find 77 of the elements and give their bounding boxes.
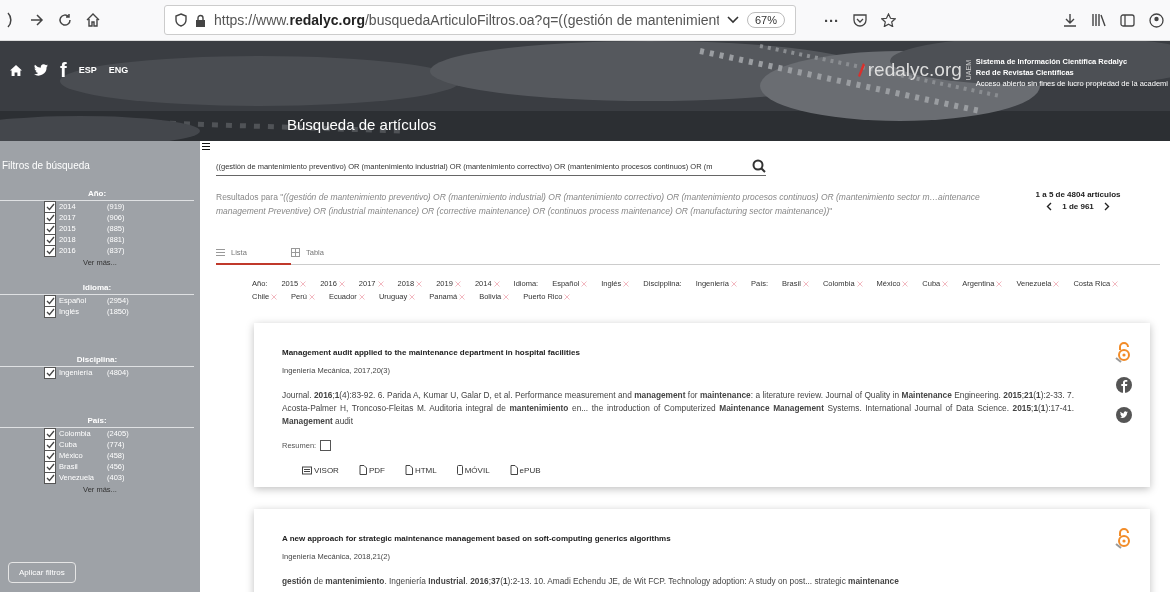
open-access-icon xyxy=(1115,527,1133,549)
results-range: 1 a 5 de 4804 artículos xyxy=(1035,190,1121,199)
remove-icon xyxy=(802,280,809,287)
more-menu[interactable]: ··· xyxy=(824,11,839,29)
results-summary: Resultados para "((gestión de mantenimiento preventivo) OR (mantenimiento industrial) OR (mantenimiento correctivo) OR (mantenimiento procesos continuos) OR (mantenimiento sector m…aintenance management Preventive) OR (industrial maintenance) OR (corrective maintenance) OR (continuos process maintenance) OR (manufacturing sector maintenance))" xyxy=(216,191,981,218)
group-heading: País: xyxy=(87,416,107,425)
home-icon xyxy=(10,64,22,76)
remove-icon xyxy=(564,293,571,300)
search-icon xyxy=(752,159,766,173)
remove-icon xyxy=(1053,280,1060,287)
remove-icon xyxy=(623,280,630,287)
language-link[interactable]: ENG xyxy=(108,65,129,75)
next-page-icon xyxy=(1103,202,1110,211)
facebook-link[interactable]: f xyxy=(60,61,67,79)
remove-icon xyxy=(358,293,365,300)
sidebar-icon xyxy=(1120,13,1135,27)
screen-icon xyxy=(302,465,312,475)
home-icon xyxy=(86,13,100,27)
download-icon xyxy=(1063,13,1077,27)
bird-icon xyxy=(34,64,48,76)
remove-icon xyxy=(996,280,1003,287)
remove-icon xyxy=(902,280,909,287)
remove-icon xyxy=(409,293,416,300)
open-access-icon xyxy=(1115,341,1133,363)
previous-page-icon xyxy=(1046,202,1053,211)
format-link[interactable]: ePUB xyxy=(509,465,541,475)
forward-icon xyxy=(30,14,44,26)
library-icon xyxy=(1091,13,1106,27)
twitter-icon xyxy=(1116,407,1132,423)
account-icon xyxy=(1149,12,1164,28)
remove-icon xyxy=(338,280,345,287)
remove-icon xyxy=(1112,280,1119,287)
group-heading: Año: xyxy=(87,189,107,198)
menu-icon xyxy=(202,143,210,150)
remove-icon xyxy=(731,280,737,287)
lock-icon xyxy=(195,13,206,27)
remove-icon xyxy=(308,293,315,300)
remove-icon xyxy=(856,280,863,287)
format-link[interactable]: MÓVIL xyxy=(456,465,490,475)
list-icon xyxy=(216,249,225,256)
document-icon xyxy=(509,465,518,475)
chevron-down-icon xyxy=(726,16,739,24)
article-excerpt: Journal. 2016;1(4):83-92. 6. Parida A, Kumar U, Galar D, et al. Performance measurement and management for maintenance: a literature review. Journal of Quality in Maintenance Engineering. 2015;21(1):2-33. 7. Acosta-Palmer H, Troncoso-Fleitas M. Auditoria integral de mantenimiento en... the introduction of Computerized Maintenance Management Systems. International Journal of Data Science. 2015;1(1):17-41. Management audit xyxy=(282,389,1074,428)
page-title: Búsqueda de artículos xyxy=(287,116,437,133)
remove-icon xyxy=(459,293,466,300)
remove-icon xyxy=(454,280,461,287)
article-title[interactable]: Management audit applied to the maintenance department in hospital facilities xyxy=(282,348,580,357)
remove-icon xyxy=(581,280,588,287)
pocket-icon xyxy=(853,13,867,27)
phone-icon xyxy=(456,465,463,475)
remove-icon xyxy=(503,293,510,300)
remove-icon xyxy=(300,280,307,287)
group-heading: Idioma: xyxy=(82,283,112,292)
summary-checkbox[interactable] xyxy=(320,440,332,451)
remove-icon xyxy=(493,280,500,287)
format-link[interactable]: HTML xyxy=(404,465,437,475)
language-link[interactable]: ESP xyxy=(78,65,97,75)
site-logo[interactable]: redalyc.org xyxy=(867,59,962,81)
document-icon xyxy=(358,465,367,475)
logo-mark-icon xyxy=(856,63,865,77)
grid-icon xyxy=(291,248,300,257)
format-link[interactable]: VISOR xyxy=(302,465,339,475)
article-excerpt: gestión de mantenimiento. Ingeniería Industrial. 2016;37(1):2-13. 10. Amadi Echendu JE, de Wit FCP. Technology adoption: A study on post... strategic maintenance xyxy=(282,575,900,588)
reload-icon xyxy=(58,13,72,27)
sidebar-title: Filtros de búsqueda xyxy=(2,160,90,171)
shield-icon xyxy=(175,13,187,27)
star-icon xyxy=(881,13,896,27)
remove-icon xyxy=(271,293,278,300)
group-heading: Disciplina: xyxy=(76,355,118,364)
article-title[interactable]: A new approach for strategic maintenance management based on soft-computing generics algorithms xyxy=(282,534,671,543)
remove-icon xyxy=(942,280,949,287)
remove-icon xyxy=(416,280,423,287)
format-link[interactable]: PDF xyxy=(358,465,385,475)
document-icon xyxy=(404,465,413,475)
remove-icon xyxy=(377,280,384,287)
page-indicator: 1 de 961 xyxy=(1062,202,1094,211)
facebook-icon xyxy=(1116,377,1132,393)
